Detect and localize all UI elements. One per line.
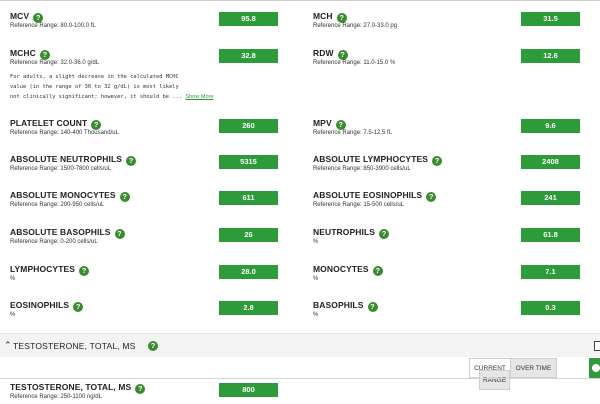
- reference-range: Reference Range: 32.0-36.0 g/dL: [10, 60, 100, 66]
- result-name: NEUTROPHILS: [313, 227, 376, 237]
- reference-range: Reference Range: 140-400 Thousand/uL: [10, 130, 119, 136]
- result-name: PLATELET COUNT: [10, 118, 88, 128]
- result-value: 2.8: [219, 301, 278, 315]
- result-name: EOSINOPHILS: [10, 300, 70, 310]
- section-header-testosterone[interactable]: ⌃ TESTOSTERONE, TOTAL, MS ?: [0, 333, 600, 357]
- result-value: 61.8: [521, 228, 580, 242]
- question-circle-icon[interactable]: ?: [91, 120, 102, 130]
- result-name: ABSOLUTE EOSINOPHILS: [313, 190, 423, 200]
- reference-range: Reference Range: 15-500 cells/uL: [313, 202, 405, 208]
- reference-range: %: [313, 239, 319, 245]
- result-value: 95.8: [219, 12, 278, 26]
- reference-range: %: [313, 312, 319, 318]
- question-circle-icon[interactable]: ?: [426, 192, 437, 202]
- result-value: 241: [521, 191, 580, 205]
- result-value: 260: [219, 119, 278, 133]
- question-circle-icon[interactable]: ?: [335, 120, 346, 130]
- result-value: 28.0: [219, 265, 278, 279]
- info-tab[interactable]: [589, 358, 600, 378]
- question-circle-icon[interactable]: ?: [119, 192, 130, 202]
- reference-range: %: [10, 312, 16, 318]
- result-value: 12.6: [521, 49, 580, 63]
- result-value: 31.5: [521, 12, 580, 26]
- result-name: RDW: [313, 48, 334, 58]
- divider: [0, 378, 600, 379]
- reference-range: Reference Range: 200-950 cells/uL: [10, 202, 105, 208]
- result-name: BASOPHILS: [313, 300, 364, 310]
- question-circle-icon[interactable]: ?: [367, 302, 378, 312]
- reference-range: Reference Range: 850-3900 cells/uL: [313, 166, 411, 172]
- result-name: ABSOLUTE NEUTROPHILS: [10, 154, 123, 164]
- question-circle-icon[interactable]: ?: [379, 229, 390, 239]
- question-circle-icon[interactable]: ?: [337, 50, 348, 60]
- section-title: TESTOSTERONE, TOTAL, MS: [13, 341, 136, 351]
- result-name: MPV: [313, 118, 332, 128]
- result-value: 7.1: [521, 265, 580, 279]
- reference-range: Reference Range: 11.0-15.0 %: [313, 60, 396, 66]
- question-circle-icon[interactable]: ?: [135, 384, 146, 394]
- show-more-link[interactable]: Show More: [185, 94, 213, 100]
- question-circle-icon[interactable]: ?: [126, 156, 137, 166]
- view-tabs: CURRENT RANGE OVER TIME: [469, 358, 557, 390]
- reference-range: Reference Range: 0-200 cells/uL: [10, 239, 98, 245]
- info-icon: [592, 364, 600, 372]
- result-name: MCH: [313, 11, 333, 21]
- reference-range: %: [313, 276, 319, 282]
- result-value: 32.8: [219, 49, 278, 63]
- result-value: 5315: [219, 155, 278, 169]
- question-circle-icon[interactable]: ?: [73, 302, 84, 312]
- reference-range: Reference Range: 7.5-12.5 fL: [313, 130, 393, 136]
- question-circle-icon[interactable]: ?: [148, 341, 158, 351]
- comment-line: For adults, a slight decrease in the cal…: [10, 74, 179, 80]
- question-circle-icon[interactable]: ?: [432, 156, 443, 166]
- panel-icon[interactable]: [594, 341, 600, 351]
- top-border: [0, 0, 600, 1]
- result-name: ABSOLUTE MONOCYTES: [10, 190, 116, 200]
- result-name: TESTOSTERONE, TOTAL, MS: [10, 382, 132, 392]
- question-circle-icon[interactable]: ?: [336, 13, 347, 23]
- result-name: MONOCYTES: [313, 264, 369, 274]
- reference-range: Reference Range: 80.0-100.0 fL: [10, 23, 96, 29]
- result-name: MCV: [10, 11, 30, 21]
- comment-line: value (in the range of 30 to 32 g/dL) is…: [10, 84, 179, 90]
- reference-range: Reference Range: 27.0-33.0 pg: [313, 23, 398, 29]
- question-circle-icon[interactable]: ?: [33, 13, 44, 23]
- result-value: 9.6: [521, 119, 580, 133]
- result-value: 800: [219, 383, 278, 397]
- comment-line: not clinically significant; however, it …: [10, 94, 183, 100]
- question-circle-icon[interactable]: ?: [79, 266, 90, 276]
- reference-range: Reference Range: 1500-7800 cells/uL: [10, 166, 112, 172]
- reference-range: %: [10, 276, 16, 282]
- result-value: 611: [219, 191, 278, 205]
- result-value: 26: [219, 228, 278, 242]
- result-name: MCHC: [10, 48, 36, 58]
- result-name: ABSOLUTE LYMPHOCYTES: [313, 154, 429, 164]
- mchc-comment: For adults, a slight decrease in the cal…: [10, 72, 250, 102]
- tab-range[interactable]: RANGE: [479, 370, 510, 390]
- question-circle-icon[interactable]: ?: [372, 266, 383, 276]
- result-value: 2408: [521, 155, 580, 169]
- result-name: ABSOLUTE BASOPHILS: [10, 227, 111, 237]
- tab-over-time[interactable]: OVER TIME: [510, 358, 557, 378]
- question-circle-icon[interactable]: ?: [39, 50, 50, 60]
- result-name: LYMPHOCYTES: [10, 264, 76, 274]
- result-value: 0.3: [521, 301, 580, 315]
- reference-range: Reference Range: 250-1100 ng/dL: [10, 394, 102, 400]
- question-circle-icon[interactable]: ?: [114, 229, 125, 239]
